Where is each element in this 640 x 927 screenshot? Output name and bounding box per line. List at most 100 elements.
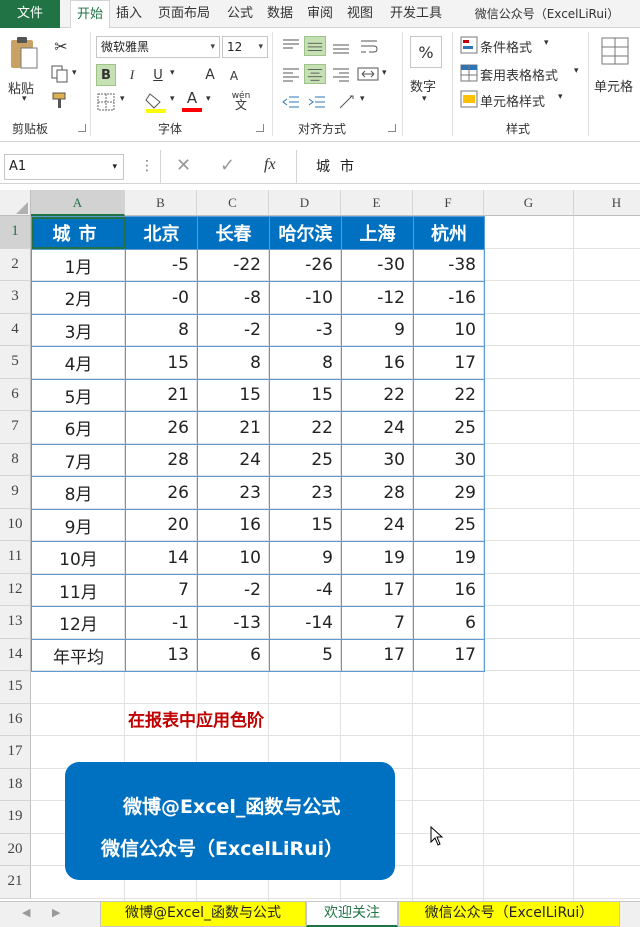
orientation-icon[interactable] — [336, 92, 358, 112]
paste-dropdown-icon[interactable]: ▾ — [22, 94, 27, 104]
formula-input[interactable]: 城市 — [300, 154, 636, 180]
merge-center-icon[interactable] — [356, 64, 380, 84]
value-cell[interactable]: 16 — [413, 573, 485, 607]
column-header-d[interactable]: D — [269, 190, 341, 216]
value-cell[interactable]: 13 — [125, 638, 198, 672]
paste-icon[interactable] — [8, 34, 40, 72]
value-cell[interactable]: -22 — [197, 248, 270, 282]
row-header-8[interactable]: 8 — [0, 443, 31, 476]
value-cell[interactable]: 22 — [413, 378, 485, 412]
format-as-table-button[interactable]: 套用表格格式 — [480, 65, 558, 84]
conditional-format-icon[interactable] — [460, 36, 478, 54]
align-right-icon[interactable] — [330, 64, 352, 84]
value-cell[interactable]: 14 — [125, 541, 198, 575]
row-header-7[interactable]: 7 — [0, 411, 31, 444]
row-header-14[interactable]: 14 — [0, 638, 31, 671]
align-left-icon[interactable] — [280, 64, 302, 84]
percent-icon[interactable]: % — [410, 36, 442, 68]
header-cell[interactable]: 上海 — [341, 216, 414, 250]
sheet-tab-weibo[interactable]: 微博@Excel_函数与公式 — [100, 902, 306, 927]
cells-label[interactable]: 单元格 — [594, 76, 633, 95]
cell-styles-icon[interactable] — [460, 90, 478, 108]
font-name-select[interactable]: 微软雅黑 ▾ — [96, 36, 220, 58]
value-cell[interactable]: 6 — [197, 638, 270, 672]
value-cell[interactable]: -1 — [125, 606, 198, 640]
header-cell-city[interactable]: 城市 — [31, 216, 126, 250]
row-header-16[interactable]: 16 — [0, 703, 31, 736]
row-header-21[interactable]: 21 — [0, 866, 31, 899]
value-cell[interactable]: 5 — [269, 638, 342, 672]
cell-styles-dropdown-icon[interactable]: ▾ — [558, 92, 563, 102]
sheet-tab-wechat[interactable]: 微信公众号（ExcelLiRui） — [398, 902, 620, 927]
column-header-f[interactable]: F — [413, 190, 484, 216]
value-cell[interactable]: -30 — [341, 248, 414, 282]
value-cell[interactable]: 23 — [197, 476, 270, 510]
column-header-a[interactable]: A — [31, 190, 125, 216]
value-cell[interactable]: 8 — [197, 346, 270, 380]
value-cell[interactable]: -3 — [269, 313, 342, 347]
row-header-4[interactable]: 4 — [0, 313, 31, 346]
row-label-cell[interactable]: 7月 — [31, 443, 126, 477]
value-cell[interactable]: -14 — [269, 606, 342, 640]
value-cell[interactable]: -8 — [197, 281, 270, 315]
number-label[interactable]: 数字 — [410, 76, 436, 95]
row-label-cell[interactable]: 年平均 — [31, 638, 126, 672]
value-cell[interactable]: 17 — [413, 346, 485, 380]
value-cell[interactable]: 25 — [413, 508, 485, 542]
value-cell[interactable]: 9 — [341, 313, 414, 347]
cells-icon[interactable] — [600, 36, 630, 68]
paste-label[interactable]: 粘贴 — [8, 78, 34, 97]
borders-icon[interactable] — [96, 92, 116, 112]
scroll-right-icon[interactable]: ▶ — [52, 906, 60, 919]
name-box-dropdown-icon[interactable]: ▾ — [112, 155, 117, 179]
tab-developer[interactable]: 开发工具 — [382, 0, 450, 28]
value-cell[interactable]: 7 — [125, 573, 198, 607]
row-label-cell[interactable]: 11月 — [31, 573, 126, 607]
increase-indent-icon[interactable] — [306, 92, 328, 112]
column-header-h[interactable]: H — [574, 190, 640, 216]
tab-file[interactable]: 文件 — [0, 0, 60, 28]
wrap-text-icon[interactable] — [358, 36, 380, 56]
column-header-b[interactable]: B — [125, 190, 197, 216]
align-top-icon[interactable] — [280, 36, 302, 56]
value-cell[interactable]: 22 — [269, 411, 342, 445]
value-cell[interactable]: 19 — [341, 541, 414, 575]
value-cell[interactable]: 24 — [341, 508, 414, 542]
value-cell[interactable]: -4 — [269, 573, 342, 607]
bold-button[interactable]: B — [96, 64, 116, 86]
row-label-cell[interactable]: 2月 — [31, 281, 126, 315]
tab-page-layout[interactable]: 页面布局 — [150, 0, 218, 28]
underline-button[interactable]: U — [148, 64, 168, 86]
number-dropdown-icon[interactable]: ▾ — [422, 94, 427, 104]
grow-font-button[interactable]: A — [200, 64, 220, 86]
value-cell[interactable]: 26 — [125, 476, 198, 510]
enter-icon[interactable]: ✓ — [220, 155, 235, 176]
column-header-e[interactable]: E — [341, 190, 413, 216]
row-header-6[interactable]: 6 — [0, 378, 31, 411]
copy-icon[interactable] — [50, 64, 70, 84]
cancel-icon[interactable]: ✕ — [176, 155, 191, 176]
row-label-cell[interactable]: 9月 — [31, 508, 126, 542]
name-box[interactable]: A1 ▾ — [4, 154, 124, 180]
fill-color-dropdown-icon[interactable]: ▾ — [170, 94, 175, 104]
tab-insert[interactable]: 插入 — [112, 0, 146, 28]
row-label-cell[interactable]: 4月 — [31, 346, 126, 380]
value-cell[interactable]: -10 — [269, 281, 342, 315]
value-cell[interactable]: -12 — [341, 281, 414, 315]
value-cell[interactable]: 24 — [341, 411, 414, 445]
cut-icon[interactable]: ✂ — [50, 36, 72, 56]
header-cell[interactable]: 杭州 — [413, 216, 485, 250]
row-header-1[interactable]: 1 — [0, 216, 31, 249]
font-launcher-icon[interactable] — [256, 124, 264, 132]
row-header-19[interactable]: 19 — [0, 801, 31, 834]
align-center-icon[interactable] — [304, 64, 326, 84]
column-header-c[interactable]: C — [197, 190, 269, 216]
conditional-format-dropdown-icon[interactable]: ▾ — [544, 38, 549, 48]
row-label-cell[interactable]: 12月 — [31, 606, 126, 640]
row-label-cell[interactable]: 1月 — [31, 248, 126, 282]
row-header-3[interactable]: 3 — [0, 281, 31, 314]
value-cell[interactable]: 26 — [125, 411, 198, 445]
tab-data[interactable]: 数据 — [262, 0, 298, 28]
value-cell[interactable]: 7 — [341, 606, 414, 640]
row-header-15[interactable]: 15 — [0, 671, 31, 704]
